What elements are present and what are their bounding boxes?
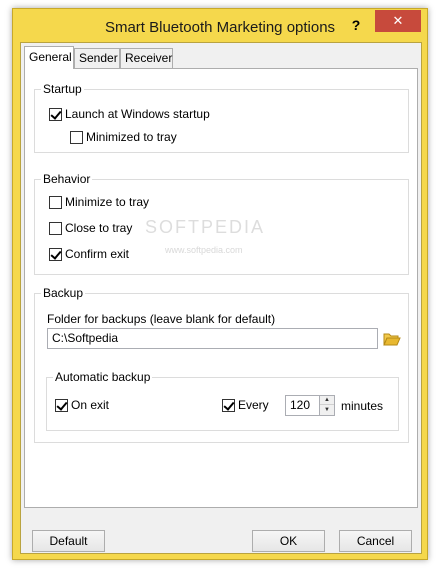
minimize-to-tray-check-box[interactable] — [49, 195, 62, 209]
launch-at-startup-check-box[interactable] — [49, 107, 62, 121]
every-label: Every — [238, 398, 269, 412]
every-checkbox[interactable]: Every — [222, 398, 269, 412]
on-exit-label: On exit — [71, 398, 110, 412]
close-to-tray-checkbox[interactable]: Close to tray — [49, 221, 132, 235]
backup-interval-input[interactable]: 120 — [285, 395, 319, 416]
backup-group: Backup Folder for backups (leave blank f… — [34, 286, 409, 443]
folder-for-backups-label: Folder for backups (leave blank for defa… — [47, 312, 276, 326]
options-dialog: Smart Bluetooth Marketing options ? ✕ Ge… — [12, 8, 428, 560]
minimized-to-tray-label: Minimized to tray — [86, 130, 177, 144]
automatic-backup-group: Automatic backup On exit Every 120 ▲ ▼ m… — [46, 370, 399, 431]
spin-down-icon[interactable]: ▼ — [320, 406, 334, 415]
tab-receiver[interactable]: Receiver — [120, 48, 173, 68]
ok-button[interactable]: OK — [252, 530, 325, 552]
confirm-exit-label: Confirm exit — [65, 247, 130, 261]
launch-at-startup-checkbox[interactable]: Launch at Windows startup — [49, 107, 210, 121]
help-button[interactable]: ? — [343, 15, 369, 35]
automatic-backup-title: Automatic backup — [53, 370, 153, 384]
title-bar[interactable]: Smart Bluetooth Marketing options ? ✕ — [13, 9, 427, 43]
minimize-to-tray-label: Minimize to tray — [65, 195, 150, 209]
launch-at-startup-label: Launch at Windows startup — [65, 107, 210, 121]
on-exit-checkbox[interactable]: On exit — [55, 398, 109, 412]
minutes-label: minutes — [341, 399, 384, 413]
startup-group: Startup Launch at Windows startup Minimi… — [34, 82, 409, 153]
behavior-group-title: Behavior — [41, 172, 93, 186]
default-button[interactable]: Default — [32, 530, 105, 552]
every-check-box[interactable] — [222, 398, 235, 412]
spin-up-icon[interactable]: ▲ — [320, 396, 334, 405]
startup-group-title: Startup — [41, 82, 84, 96]
dialog-client-area: General Sender Receiver SOFTPEDIA www.so… — [20, 42, 422, 554]
browse-folder-icon[interactable] — [383, 331, 401, 347]
on-exit-check-box[interactable] — [55, 398, 68, 412]
minimized-to-tray-check-box[interactable] — [70, 130, 83, 144]
tab-general[interactable]: General — [24, 46, 74, 69]
close-to-tray-label: Close to tray — [65, 221, 133, 235]
backup-group-title: Backup — [41, 286, 86, 300]
minimize-to-tray-checkbox[interactable]: Minimize to tray — [49, 195, 149, 209]
close-to-tray-check-box[interactable] — [49, 221, 62, 235]
confirm-exit-checkbox[interactable]: Confirm exit — [49, 247, 129, 261]
tab-sender[interactable]: Sender — [74, 48, 120, 68]
spinner-buttons: ▲ ▼ — [319, 395, 335, 416]
general-tab-panel: SOFTPEDIA www.softpedia.com Startup Laun… — [24, 68, 418, 508]
cancel-button[interactable]: Cancel — [339, 530, 412, 552]
behavior-group: Behavior Minimize to tray Close to tray … — [34, 172, 409, 275]
close-button[interactable]: ✕ — [375, 10, 421, 32]
minimized-to-tray-checkbox[interactable]: Minimized to tray — [70, 130, 177, 144]
confirm-exit-check-box[interactable] — [49, 247, 62, 261]
backup-folder-input[interactable]: C:\Softpedia — [47, 328, 378, 349]
